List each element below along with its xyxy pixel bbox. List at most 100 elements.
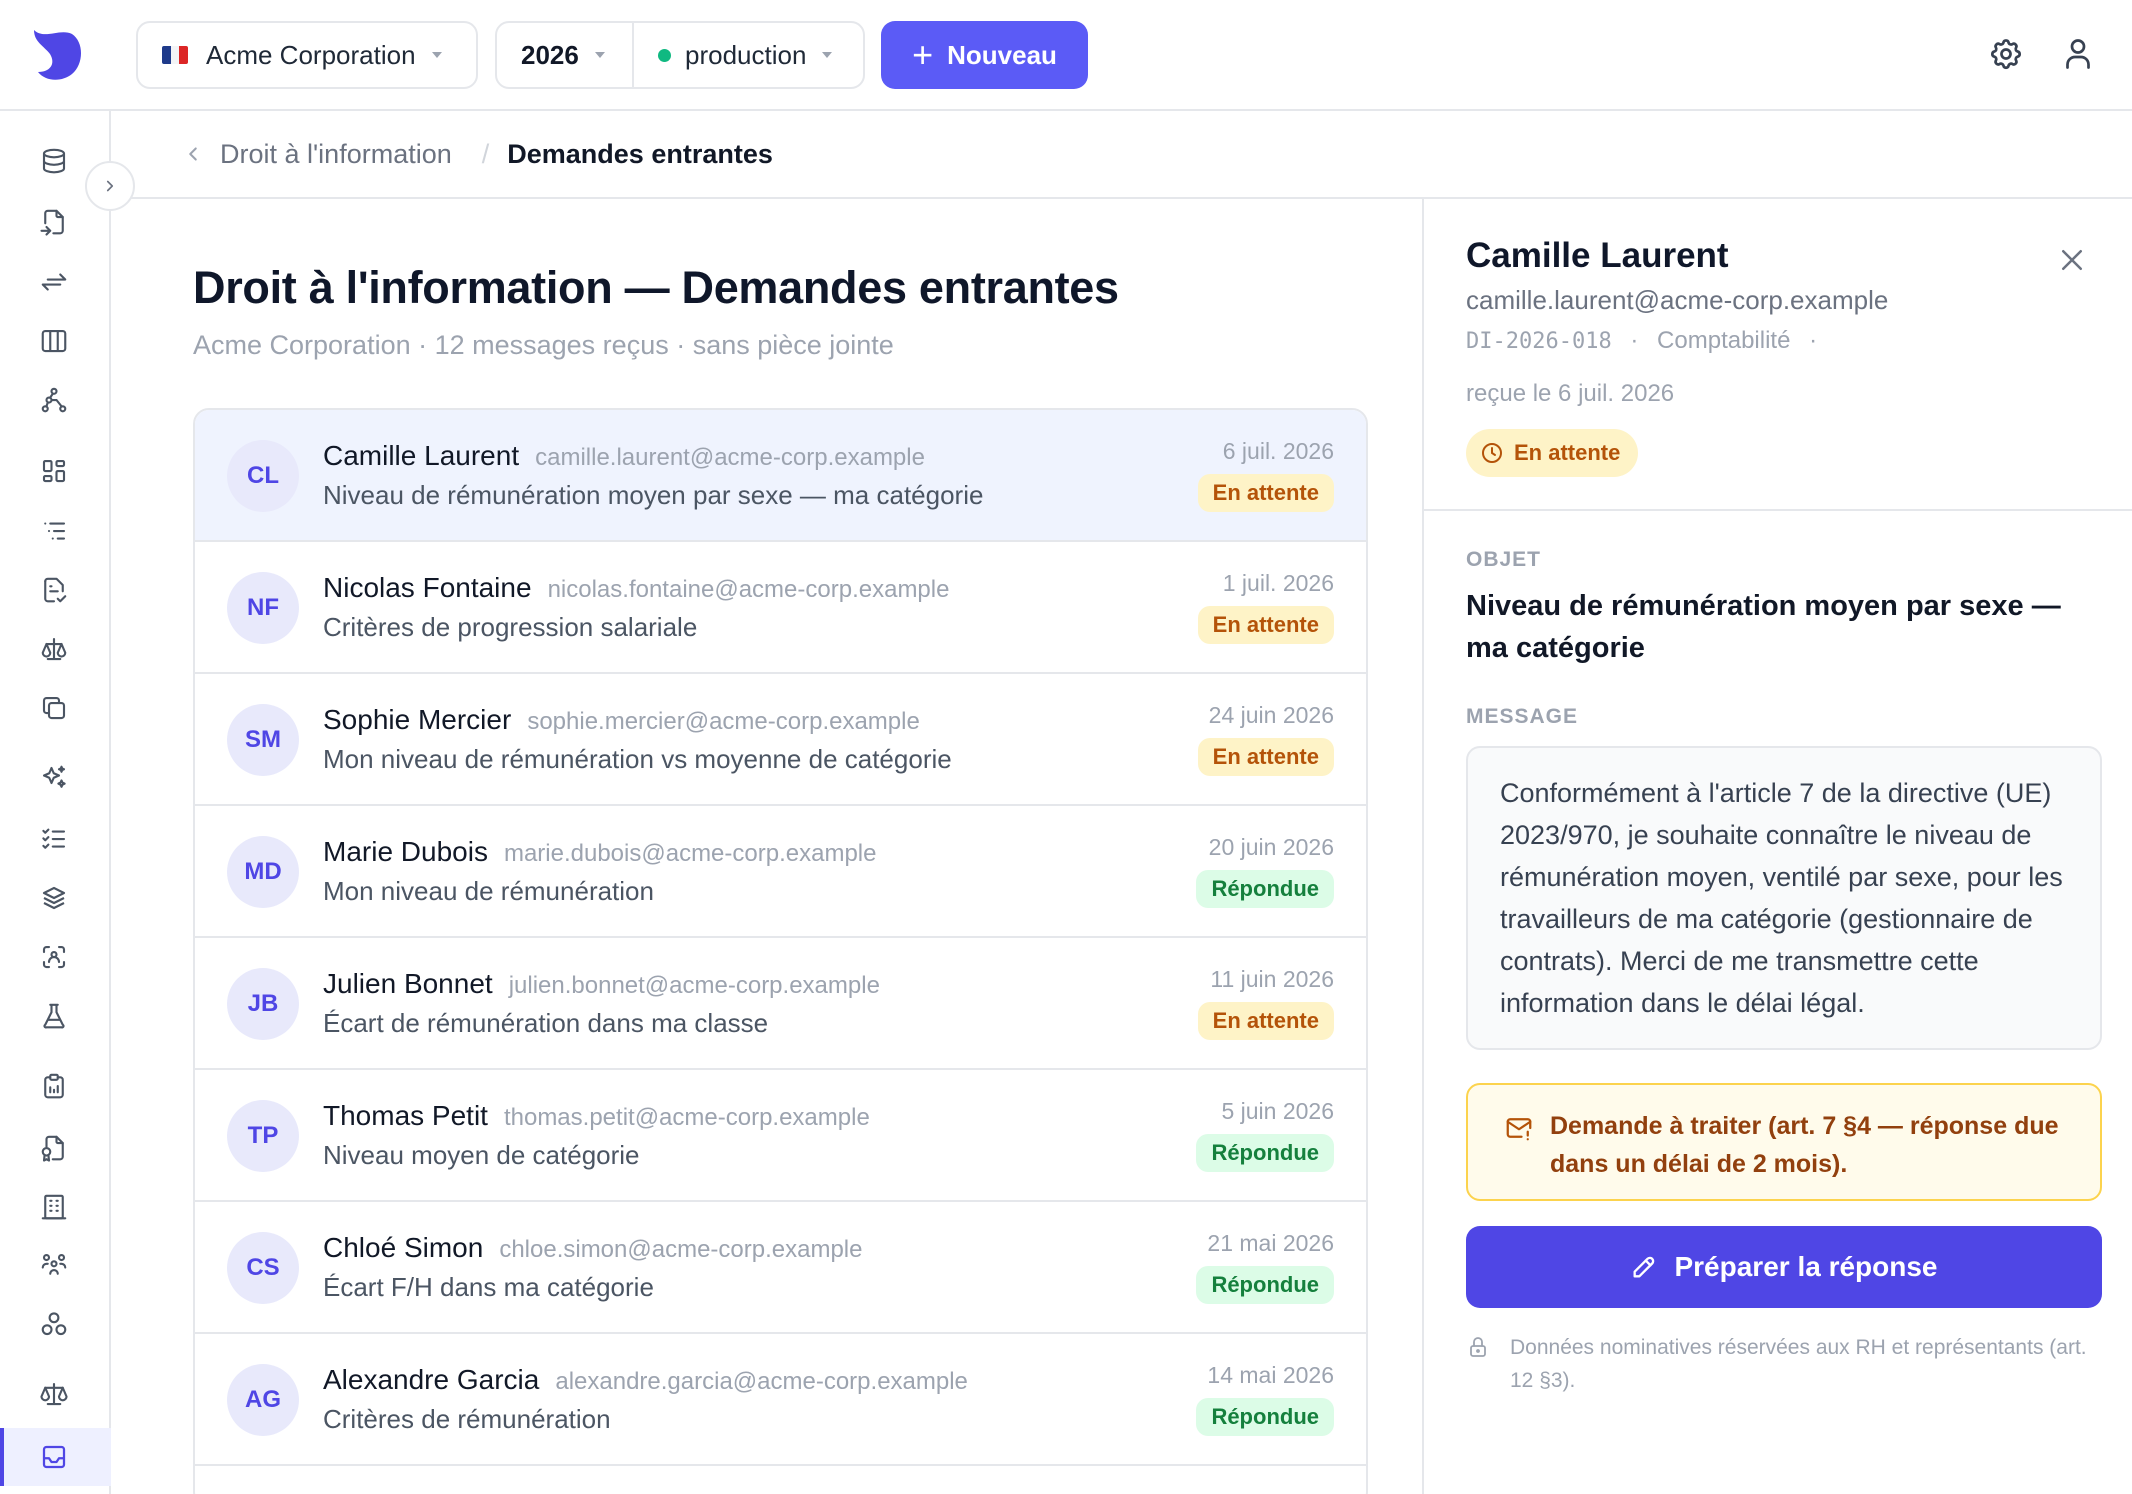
request-date: 5 juin 2026: [1221, 1098, 1334, 1124]
new-button-label: Nouveau: [947, 39, 1057, 70]
file-contract-icon[interactable]: [39, 1133, 69, 1163]
france-flag-icon: [162, 46, 188, 64]
privacy-note: Données nominatives réservées aux RH et …: [1466, 1331, 2106, 1397]
close-icon[interactable]: [2057, 245, 2087, 275]
requester-name: Sophie Mercier: [323, 704, 512, 735]
page-subtitle: Acme Corporation · 12 messages reçus · s…: [193, 330, 894, 360]
top-bar: Acme Corporation 2026 production + Nouve…: [0, 0, 2132, 111]
request-subject: Mon niveau de rémunération: [323, 876, 654, 906]
flask-icon[interactable]: [39, 1001, 69, 1031]
users-group-icon[interactable]: [39, 1250, 69, 1280]
object-label: OBJET: [1466, 548, 1542, 571]
list-tree-icon[interactable]: [39, 516, 69, 546]
prepare-response-button[interactable]: Préparer la réponse: [1466, 1226, 2102, 1308]
request-row[interactable]: CS Chloé Simon chloe.simon@acme-corp.exam…: [195, 1202, 1366, 1334]
database-icon[interactable]: [39, 146, 69, 176]
request-subject: Critères de progression salariale: [323, 612, 698, 642]
requester-email: thomas.petit@acme-corp.example: [503, 1104, 870, 1131]
chevron-right-icon: [106, 180, 114, 192]
checklist-icon[interactable]: [39, 824, 69, 854]
avatar: TP: [227, 1100, 299, 1172]
request-list: CL Camille Laurent camille.laurent@acme-c…: [193, 408, 1368, 1494]
columns-icon[interactable]: [39, 326, 69, 356]
request-date: 11 juin 2026: [1210, 966, 1334, 992]
dashboard-icon[interactable]: [39, 456, 69, 486]
environment-label: production: [685, 39, 807, 70]
organization-select[interactable]: Acme Corporation: [136, 21, 478, 89]
face-scan-icon[interactable]: [39, 942, 69, 972]
request-department: Comptabilité: [1657, 327, 1791, 354]
avatar: JB: [227, 968, 299, 1040]
avatar: CS: [227, 1232, 299, 1304]
requester-email: nicolas.fontaine@acme-corp.example: [547, 576, 950, 603]
sidebar-expand-button[interactable]: [85, 161, 135, 211]
request-date: 6 juil. 2026: [1222, 438, 1334, 464]
prepare-response-label: Préparer la réponse: [1674, 1251, 1938, 1282]
breadcrumb-separator: /: [481, 138, 490, 169]
logo-icon[interactable]: [26, 24, 86, 84]
requester-name: Julien Bonnet: [323, 968, 493, 999]
user-icon[interactable]: [2060, 36, 2096, 72]
arrows-exchange-icon[interactable]: [39, 267, 69, 297]
new-button[interactable]: + Nouveau: [881, 21, 1088, 89]
request-subject: Mon niveau de rémunération vs moyenne de…: [323, 744, 952, 774]
requester-name: Marie Dubois: [323, 836, 488, 867]
sidebar: [0, 111, 111, 1494]
building-icon[interactable]: [39, 1192, 69, 1222]
file-import-icon[interactable]: [39, 207, 69, 237]
sparkles-icon[interactable]: [39, 763, 69, 793]
network-icon[interactable]: [39, 385, 69, 415]
circles-icon[interactable]: [39, 1309, 69, 1339]
balance-icon[interactable]: [39, 1379, 69, 1409]
requester-email: chloe.simon@acme-corp.example: [499, 1236, 863, 1263]
environment-select[interactable]: production: [634, 23, 863, 87]
detail-status-label: En attente: [1514, 440, 1621, 465]
received-date: reçue le 6 juil. 2026: [1466, 380, 1675, 407]
request-row[interactable]: MD Marie Dubois marie.dubois@acme-corp.ex…: [195, 806, 1366, 938]
request-subject: Niveau moyen de catégorie: [323, 1140, 640, 1170]
requester-name: Camille Laurent: [323, 440, 520, 471]
status-badge: Répondue: [1196, 870, 1334, 908]
year-label: 2026: [521, 39, 579, 70]
clock-icon: [1482, 443, 1502, 463]
request-reference: DI-2026-018: [1466, 329, 1612, 354]
copy-icon[interactable]: [39, 693, 69, 723]
context-selector: 2026 production: [495, 21, 865, 89]
layers-icon[interactable]: [39, 883, 69, 913]
status-badge: En attente: [1197, 474, 1334, 512]
status-badge: En attente: [1197, 606, 1334, 644]
requester-email: julien.bonnet@acme-corp.example: [508, 972, 880, 999]
scale-icon[interactable]: [39, 634, 69, 664]
status-badge: Répondue: [1196, 1266, 1334, 1304]
request-row[interactable]: CL Camille Laurent camille.laurent@acme-c…: [195, 410, 1366, 542]
request-subject: Niveau de rémunération moyen par sexe — …: [323, 480, 984, 510]
request-date: 20 juin 2026: [1208, 834, 1334, 860]
chevron-down-icon: [431, 52, 442, 58]
chevron-left-icon[interactable]: [182, 143, 204, 165]
year-select[interactable]: 2026: [497, 23, 634, 87]
inbox-icon[interactable]: [39, 1442, 69, 1472]
request-subject: Écart de rémunération dans ma classe: [323, 1008, 769, 1038]
request-row[interactable]: TP Thomas Petit thomas.petit@acme-corp.ex…: [195, 1070, 1366, 1202]
status-badge: Répondue: [1196, 1398, 1334, 1436]
clipboard-icon[interactable]: [39, 1071, 69, 1101]
request-date: 21 mai 2026: [1207, 1230, 1334, 1256]
detail-requester-email: camille.laurent@acme-corp.example: [1466, 285, 1889, 315]
request-message: Conformément à l'article 7 de la directi…: [1466, 746, 2102, 1050]
request-row[interactable]: JB Julien Bonnet julien.bonnet@acme-corp.…: [195, 938, 1366, 1070]
request-date: 1 juil. 2026: [1222, 570, 1334, 596]
chevron-down-icon: [822, 52, 833, 58]
file-check-icon[interactable]: [39, 575, 69, 605]
requester-name: Chloé Simon: [323, 1232, 484, 1263]
requester-email: sophie.mercier@acme-corp.example: [527, 708, 920, 735]
request-subject: Écart F/H dans ma catégorie: [323, 1272, 654, 1302]
request-row[interactable]: NF Nicolas Fontaine nicolas.fontaine@acme…: [195, 542, 1366, 674]
requester-email: alexandre.garcia@acme-corp.example: [555, 1368, 968, 1395]
request-subject: Critères de rémunération: [323, 1404, 611, 1434]
request-row[interactable]: AG Alexandre Garcia alexandre.garcia@acme…: [195, 1334, 1366, 1466]
request-row[interactable]: SM Sophie Mercier sophie.mercier@acme-cor…: [195, 674, 1366, 806]
status-badge: En attente: [1197, 738, 1334, 776]
settings-icon[interactable]: [1988, 36, 2024, 72]
message-label: MESSAGE: [1466, 705, 1579, 728]
breadcrumb-parent-link[interactable]: Droit à l'information: [220, 139, 452, 170]
